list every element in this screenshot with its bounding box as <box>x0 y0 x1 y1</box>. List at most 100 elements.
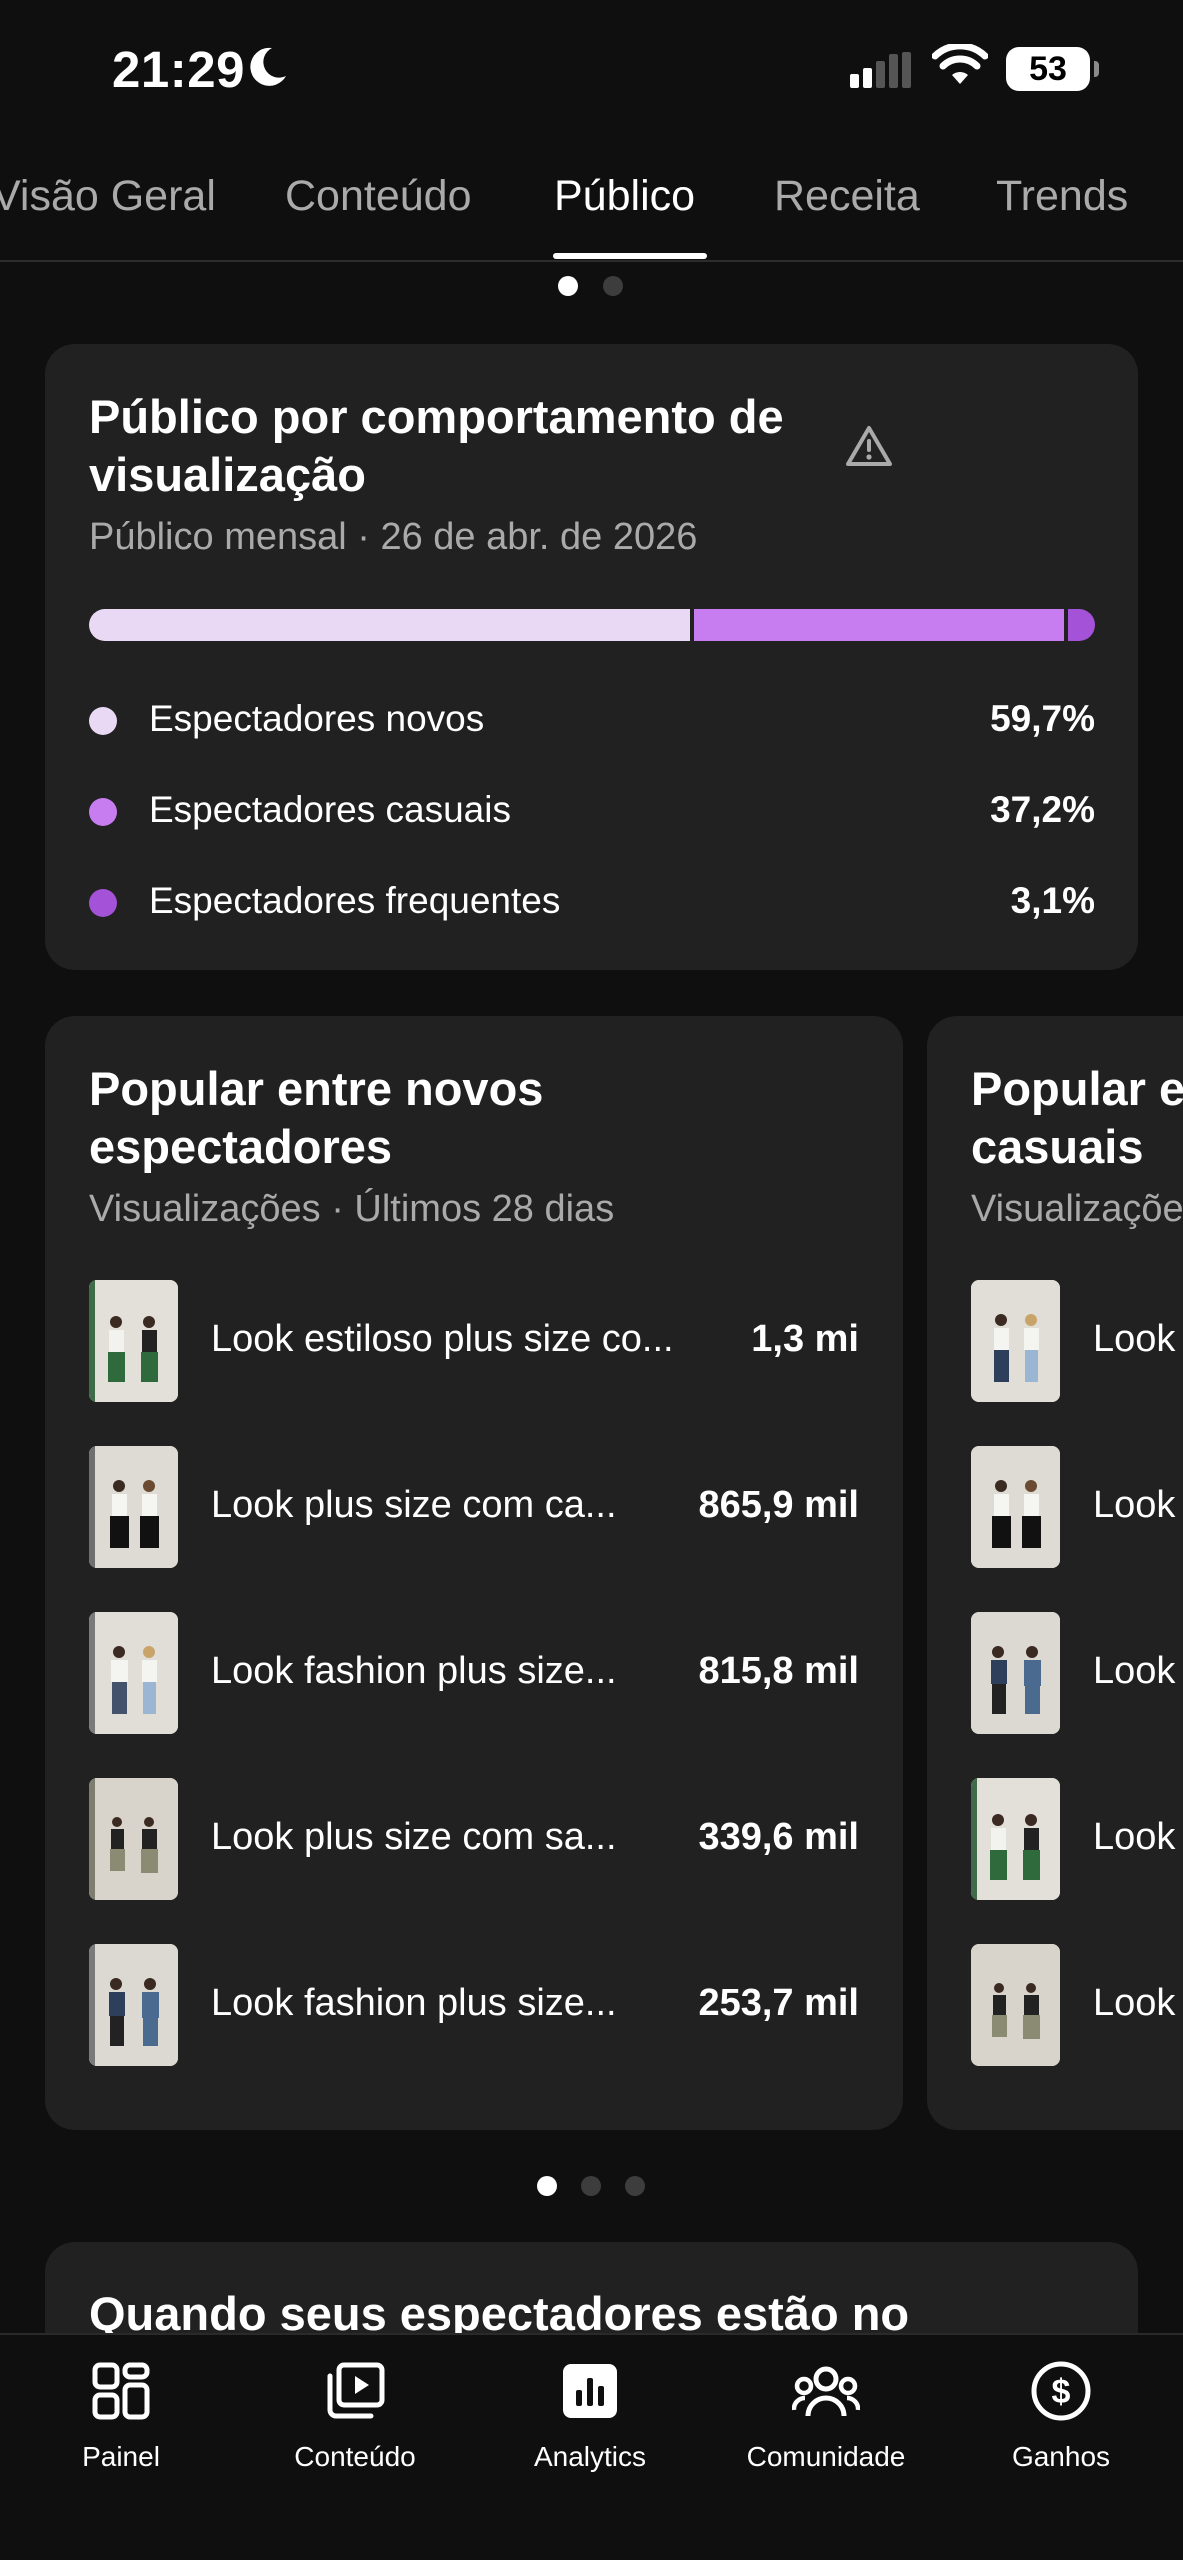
status-bar: 21:29 53 <box>0 0 1183 140</box>
nav-label: Ganhos <box>1011 2441 1111 2472</box>
popular-casual-viewers-card[interactable]: Popular e casuais Visualizaçõe Look Look… <box>927 1016 1183 2130</box>
legend-dot <box>89 889 117 917</box>
video-title: Look <box>1093 1982 1176 2024</box>
video-title: Look <box>1093 1650 1176 1692</box>
video-thumbnail <box>971 1778 1060 1900</box>
nav-comunidade[interactable]: Comunidade <box>726 2353 926 2473</box>
legend-dot <box>89 798 117 826</box>
nav-analytics[interactable]: Analytics <box>490 2353 690 2473</box>
popular-new-viewers-card[interactable]: Popular entre novos espectadores Visuali… <box>45 1016 903 2130</box>
card-title: Popular entre novos espectadores <box>89 1062 544 1173</box>
legend-dot <box>89 707 117 735</box>
app-screen: 21:29 53 Visão Geral Conteúdo Público Re… <box>0 0 1183 2560</box>
nav-label: Comunidade <box>746 2441 906 2472</box>
audience-behavior-card: Público por comportamento de visualizaçã… <box>45 344 1138 970</box>
nav-ganhos[interactable]: $ Ganhos <box>961 2353 1161 2473</box>
video-row[interactable]: Look <box>971 1778 1183 1900</box>
video-views: 1,3 mi <box>751 1318 859 1360</box>
legend-value: 37,2% <box>990 789 1095 830</box>
video-title: Look fashion plus size... <box>211 1650 617 1692</box>
carousel-dot-1[interactable] <box>537 2176 557 2196</box>
analytics-icon <box>563 2364 617 2418</box>
page-dot-2[interactable] <box>603 276 623 296</box>
warning-icon[interactable] <box>845 424 893 468</box>
video-row[interactable]: Look <box>971 1446 1183 1568</box>
nav-label: Analytics <box>533 2441 647 2472</box>
community-icon <box>792 2366 860 2417</box>
legend-value: 59,7% <box>990 698 1095 739</box>
nav-painel[interactable]: Painel <box>21 2353 221 2473</box>
section-tabs: Visão Geral Conteúdo Público Receita Tre… <box>0 150 1183 262</box>
video-thumbnail <box>89 1778 178 1900</box>
video-row[interactable]: Look plus size com sa... 339,6 mil <box>89 1778 859 1900</box>
video-row[interactable]: Look <box>971 1612 1183 1734</box>
video-title: Look <box>1093 1484 1176 1526</box>
video-thumbnail <box>971 1280 1060 1402</box>
nav-label: Conteúdo <box>294 2441 416 2472</box>
tab-conteudo[interactable]: Conteúdo <box>285 172 472 221</box>
svg-text:$: $ <box>1052 2373 1071 2411</box>
legend-label: Espectadores casuais <box>149 789 511 830</box>
tab-trends[interactable]: Trends <box>996 172 1128 221</box>
card-title: Popular e casuais <box>971 1062 1183 1173</box>
page-dot-1[interactable] <box>558 276 578 296</box>
video-thumbnail <box>971 1944 1060 2066</box>
video-thumbnail <box>971 1446 1060 1568</box>
tab-visao-geral[interactable]: Visão Geral <box>0 172 216 221</box>
content-icon <box>327 2362 385 2419</box>
video-title: Look plus size com sa... <box>211 1816 617 1858</box>
tab-publico[interactable]: Público <box>554 172 695 221</box>
video-thumbnail <box>89 1612 178 1734</box>
video-title: Look <box>1093 1816 1176 1858</box>
dashboard-icon <box>92 2362 150 2420</box>
video-row[interactable]: Look estiloso plus size co... 1,3 mi <box>89 1280 859 1402</box>
battery-indicator: 53 <box>1006 47 1099 91</box>
signal-icon <box>850 52 911 88</box>
share-segment <box>89 609 690 641</box>
video-thumbnail <box>89 1280 178 1402</box>
legend-value: 3,1% <box>1010 880 1095 921</box>
video-title: Look plus size com ca... <box>211 1484 617 1526</box>
nav-label: Painel <box>82 2441 160 2472</box>
video-row[interactable]: Look fashion plus size... 253,7 mil <box>89 1944 859 2066</box>
video-thumbnail <box>89 1944 178 2066</box>
video-row[interactable]: Look <box>971 1944 1183 2066</box>
video-row[interactable]: Look fashion plus size... 815,8 mil <box>89 1612 859 1734</box>
wifi-icon <box>932 44 988 84</box>
legend-row: Espectadores novos 59,7% <box>89 696 1095 746</box>
legend-row: Espectadores frequentes 3,1% <box>89 878 1095 928</box>
video-thumbnail <box>971 1612 1060 1734</box>
carousel-dot-2[interactable] <box>581 2176 601 2196</box>
battery-level: 53 <box>1029 49 1067 88</box>
video-views: 815,8 mil <box>698 1650 859 1692</box>
status-time: 21:29 <box>112 41 245 98</box>
card-subtitle: Público mensal · 26 de abr. de 2026 <box>89 516 698 558</box>
nav-conteudo[interactable]: Conteúdo <box>255 2353 455 2473</box>
share-segment <box>1063 609 1095 641</box>
video-title: Look fashion plus size... <box>211 1982 617 2024</box>
card-title: Público por comportamento de visualizaçã… <box>89 390 784 501</box>
active-tab-indicator <box>553 253 707 259</box>
video-title: Look <box>1093 1318 1176 1360</box>
carousel-indicator <box>0 2176 1183 2200</box>
moon-icon <box>250 47 286 86</box>
video-views: 339,6 mil <box>698 1816 859 1858</box>
card-subtitle: Visualizações · Últimos 28 dias <box>89 1188 615 1230</box>
video-views: 253,7 mil <box>698 1982 859 2024</box>
card-subtitle: Visualizaçõe <box>971 1188 1183 1230</box>
video-thumbnail <box>89 1446 178 1568</box>
earnings-icon: $ <box>1031 2361 1091 2421</box>
share-segment <box>689 609 1064 641</box>
bottom-navigation: Painel Conteúdo Analytics Comunidade $ G… <box>0 2333 1183 2560</box>
tab-receita[interactable]: Receita <box>774 172 920 221</box>
video-row[interactable]: Look <box>971 1280 1183 1402</box>
page-indicator <box>0 276 1183 300</box>
legend-label: Espectadores novos <box>149 698 485 739</box>
video-row[interactable]: Look plus size com ca... 865,9 mil <box>89 1446 859 1568</box>
video-title: Look estiloso plus size co... <box>211 1318 674 1360</box>
legend-label: Espectadores frequentes <box>149 880 561 921</box>
audience-share-bar <box>89 609 1095 641</box>
video-views: 865,9 mil <box>698 1484 859 1526</box>
carousel-dot-3[interactable] <box>625 2176 645 2196</box>
legend-row: Espectadores casuais 37,2% <box>89 787 1095 837</box>
